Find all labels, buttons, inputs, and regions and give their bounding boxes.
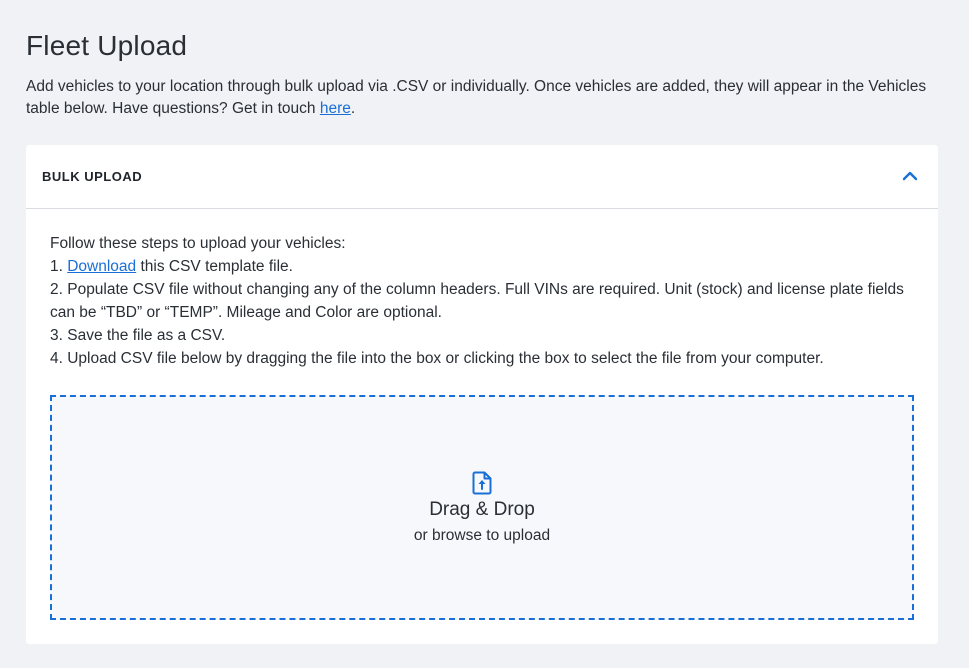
step-3: 3. Save the file as a CSV.: [50, 327, 226, 344]
intro-text-end: .: [350, 100, 356, 117]
chevron-up-icon[interactable]: [898, 164, 922, 188]
bulk-upload-title: BULK UPLOAD: [42, 169, 143, 184]
page-title: Fleet Upload: [26, 30, 188, 61]
step-1-prefix: 1.: [50, 258, 68, 275]
bulk-upload-header[interactable]: BULK UPLOAD: [26, 145, 938, 209]
step-1-suffix: this CSV template file.: [136, 258, 293, 275]
step-1: 1. Download this CSV template file.: [50, 255, 920, 278]
dropzone-subtitle: or browse to upload: [413, 527, 551, 544]
intro-text: Add vehicles to your location through bu…: [26, 76, 936, 120]
upload-steps: Follow these steps to upload your vehicl…: [50, 232, 920, 370]
csv-dropzone[interactable]: Drag & Drop or browse to upload: [50, 395, 914, 620]
fleet-upload-page: Fleet Upload Add vehicles to your locati…: [0, 0, 969, 668]
steps-heading: Follow these steps to upload your vehicl…: [50, 235, 346, 252]
dropzone-title: Drag & Drop: [429, 499, 535, 520]
step-4: 4. Upload CSV file below by dragging the…: [50, 350, 824, 367]
step-2: 2. Populate CSV file without changing an…: [50, 281, 904, 321]
intro-text-body: Add vehicles to your location through bu…: [26, 78, 927, 117]
bulk-upload-card: BULK UPLOAD Follow these steps to upload…: [26, 145, 938, 644]
contact-here-link[interactable]: here: [320, 100, 351, 117]
download-template-link[interactable]: Download: [67, 258, 136, 275]
file-upload-icon: [472, 471, 492, 495]
